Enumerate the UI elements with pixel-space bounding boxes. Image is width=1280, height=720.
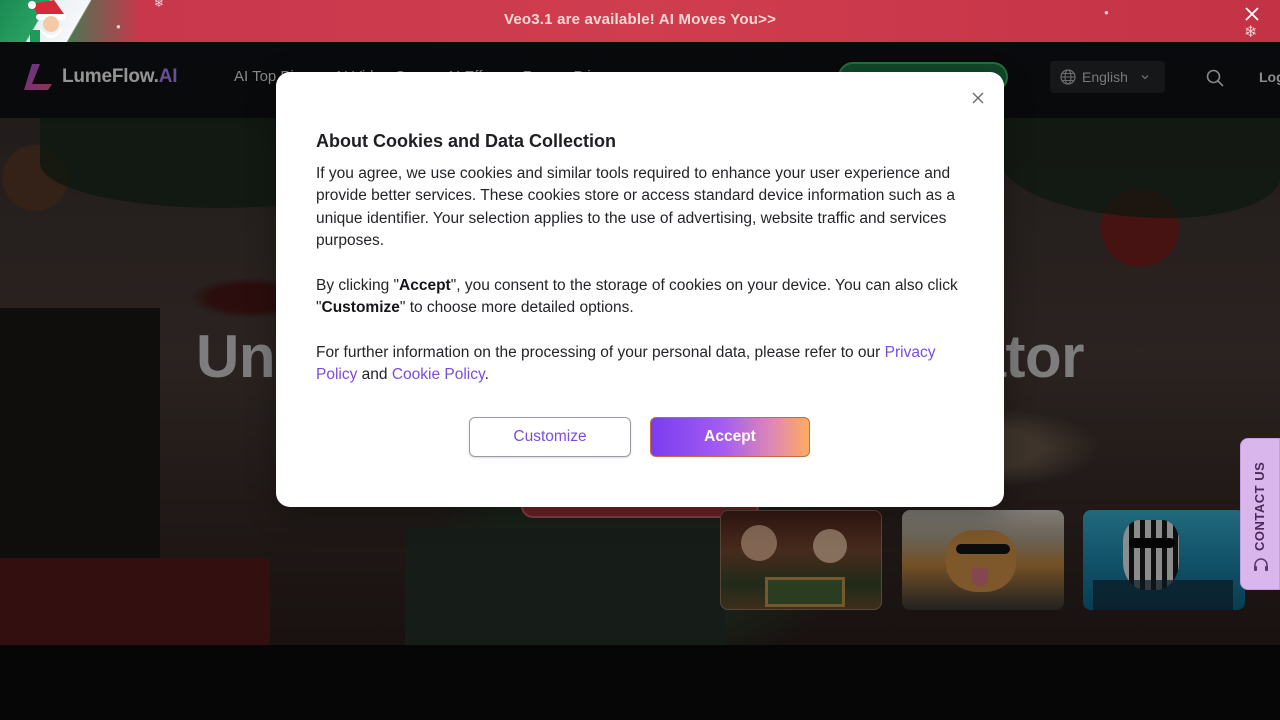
headset-icon (1254, 558, 1268, 571)
cookie-consent-dialog: About Cookies and Data Collection If you… (276, 72, 1004, 507)
dialog-title: About Cookies and Data Collection (316, 131, 617, 151)
dialog-paragraph: By clicking "Accept", you consent to the… (316, 277, 958, 317)
accept-button[interactable]: Accept (650, 417, 810, 457)
contact-us-tab[interactable]: CONTACT US (1240, 438, 1280, 590)
cookie-policy-link[interactable]: Cookie Policy (392, 366, 485, 383)
contact-us-label: CONTACT US (1252, 461, 1267, 551)
snowflake-icon: ❄ (154, 0, 165, 10)
dialog-paragraph: For further information on the processin… (316, 344, 936, 384)
close-icon[interactable] (1244, 6, 1260, 22)
promo-banner[interactable]: ❄ ● ● ❄ Veo3.1 are available! AI Moves Y… (0, 0, 1280, 42)
promo-text[interactable]: Veo3.1 are available! AI Moves You>> (0, 11, 1280, 28)
customize-button[interactable]: Customize (469, 417, 631, 457)
dialog-paragraph: If you agree, we use cookies and similar… (316, 165, 955, 250)
close-icon[interactable] (970, 90, 986, 106)
